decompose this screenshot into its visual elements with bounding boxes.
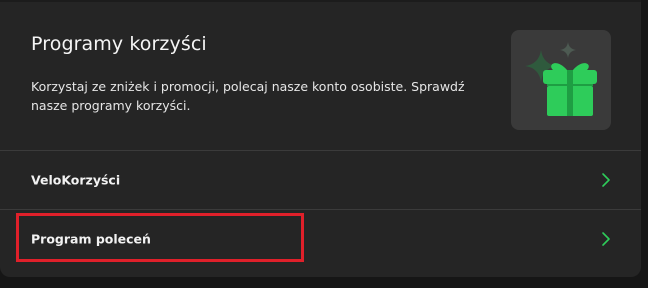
card-description: Korzystaj ze zniżek i promocji, polecaj … [31, 79, 465, 113]
chevron-right-icon [602, 232, 610, 246]
gift-icon [525, 42, 597, 116]
row-program-polecen[interactable]: Program poleceń [0, 210, 641, 268]
chevron-right-icon [602, 173, 610, 187]
card-header: Programy korzyści Korzystaj ze zniżek i … [0, 0, 641, 150]
sparkle-small [560, 42, 576, 58]
gift-lid-shadow [547, 84, 593, 86]
row-label: VeloKorzyści [31, 172, 121, 188]
benefits-card: Programy korzyści Korzystaj ze zniżek i … [0, 0, 641, 277]
gift-bow [551, 63, 589, 70]
gift-illustration [511, 30, 611, 130]
row-velokorzysci[interactable]: VeloKorzyści [0, 151, 641, 209]
row-label: Program poleceń [31, 231, 151, 247]
card-title: Programy korzyści [31, 33, 207, 55]
gift-ribbon [567, 70, 573, 116]
